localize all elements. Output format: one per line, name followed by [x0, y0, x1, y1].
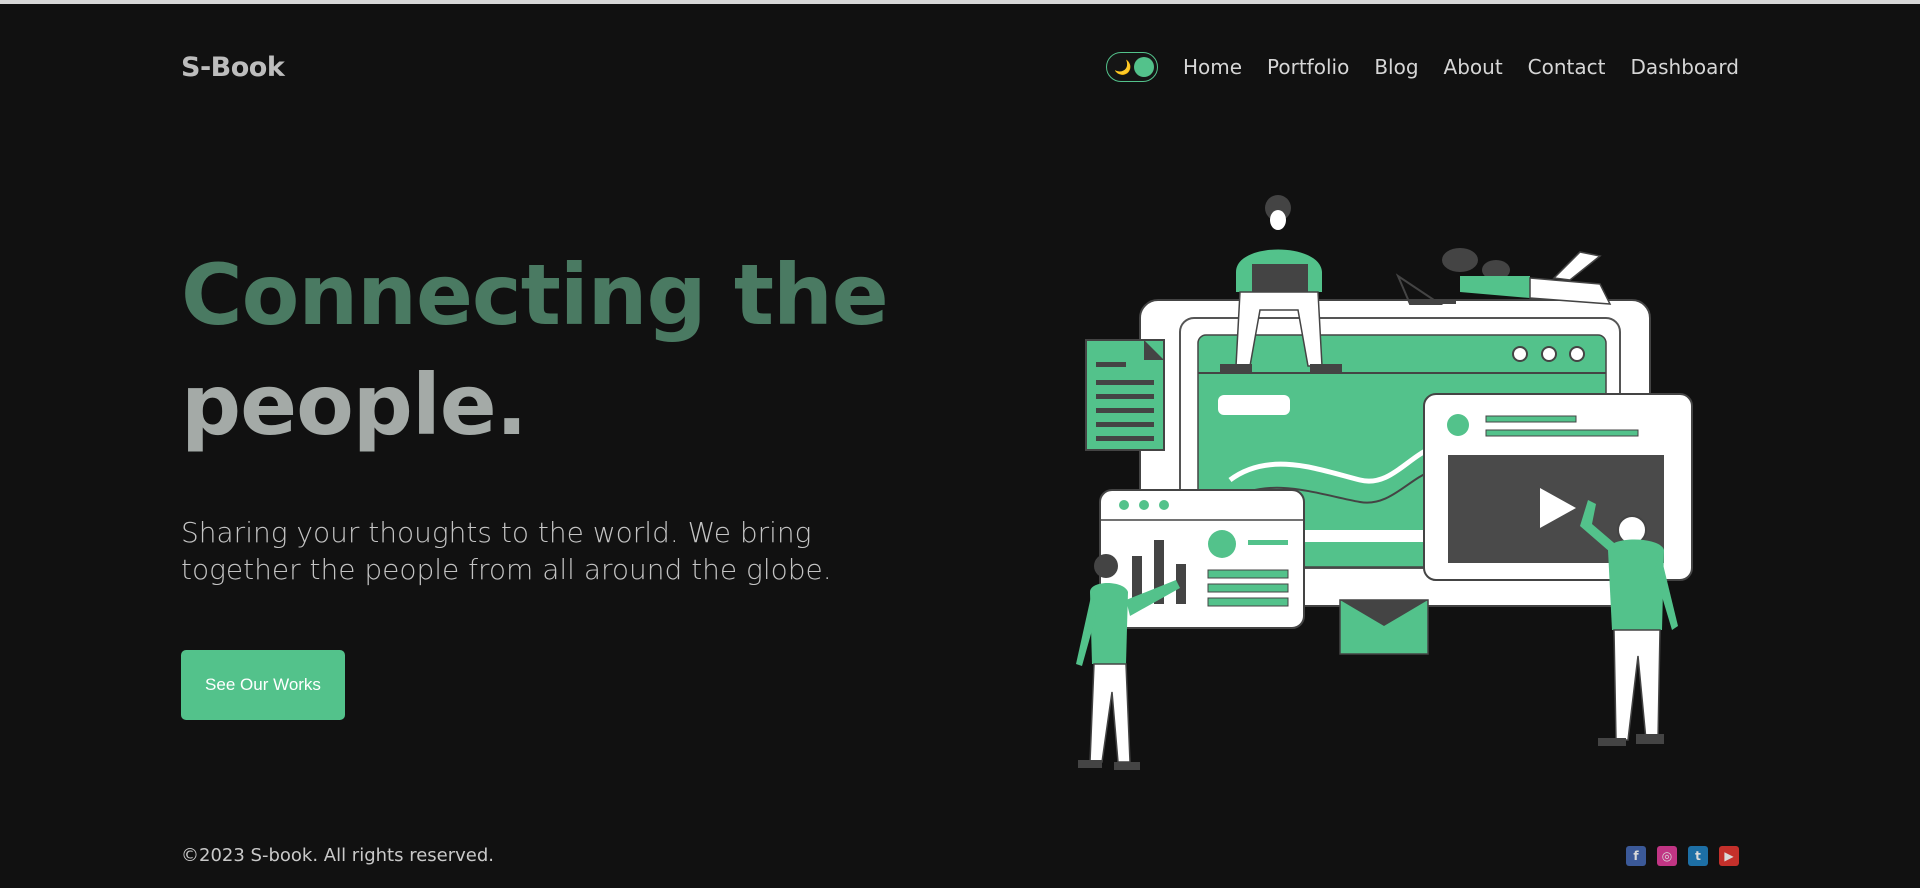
footer-copyright: ©2023 S-book. All rights reserved.: [181, 845, 495, 866]
hero-description: Sharing your thoughts to the world. We b…: [181, 516, 832, 586]
hero-title: Connecting the people.: [181, 240, 941, 460]
twitter-icon[interactable]: t: [1688, 846, 1708, 866]
nav-menu: 🌙 Home Portfolio Blog About Contact Dash…: [1105, 52, 1739, 82]
hero-title-line2: people.: [181, 356, 528, 454]
toggle-knob: [1133, 57, 1154, 77]
youtube-icon[interactable]: ▶: [1719, 846, 1739, 866]
brand-logo[interactable]: S-Book: [181, 52, 285, 83]
hero-title-line1: Connecting the: [181, 246, 889, 344]
see-our-works-button[interactable]: See Our Works: [181, 650, 345, 720]
window-top-strip: [0, 0, 1920, 4]
theme-toggle[interactable]: 🌙: [1105, 52, 1158, 82]
nav-link-dashboard[interactable]: Dashboard: [1630, 55, 1739, 79]
nav-link-blog[interactable]: Blog: [1374, 55, 1418, 79]
moon-icon: 🌙: [1113, 59, 1132, 75]
facebook-icon[interactable]: f: [1626, 846, 1646, 866]
nav-link-portfolio[interactable]: Portfolio: [1267, 55, 1349, 79]
nav-link-contact[interactable]: Contact: [1528, 55, 1606, 79]
nav-link-home[interactable]: Home: [1183, 55, 1242, 79]
instagram-icon[interactable]: ◎: [1657, 846, 1677, 866]
nav-link-about[interactable]: About: [1444, 55, 1503, 79]
social-icons: f ◎ t ▶: [1626, 846, 1739, 866]
navbar: S-Book 🌙 Home Portfolio Blog About Conta…: [181, 46, 1739, 88]
people-connecting-illustration: [1076, 195, 1693, 770]
